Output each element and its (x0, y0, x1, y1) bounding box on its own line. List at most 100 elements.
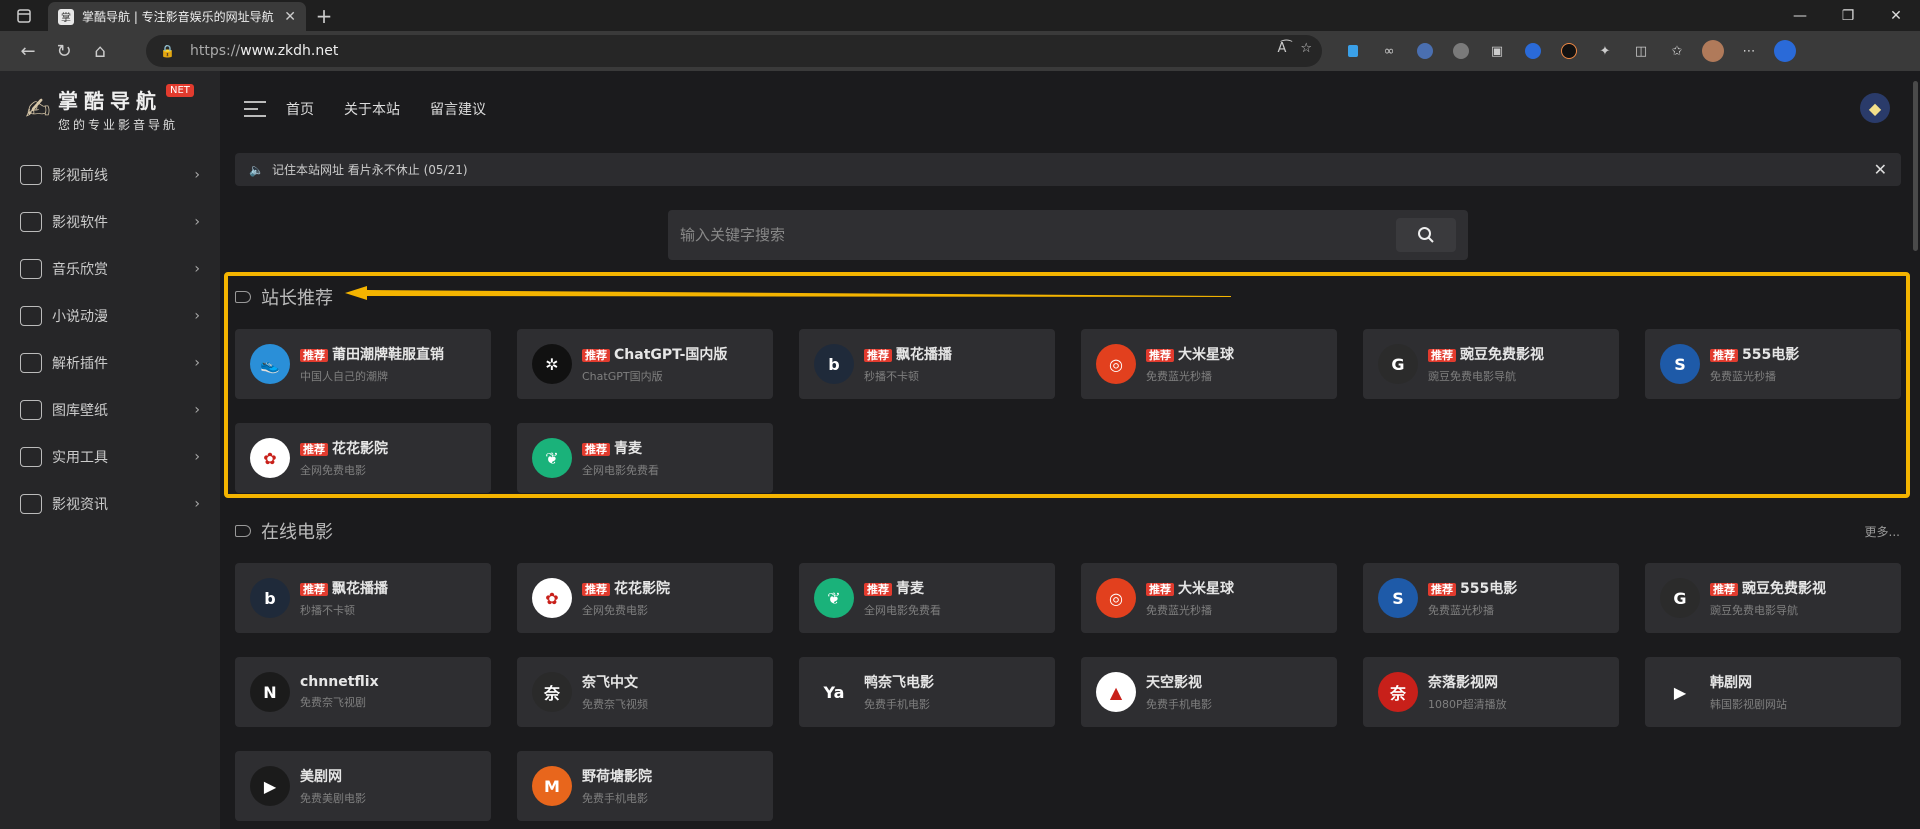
more-link[interactable]: 更多... (1865, 523, 1900, 540)
sidebar-item[interactable]: 影视资讯 › (0, 480, 220, 527)
back-icon[interactable]: ← (10, 31, 46, 71)
site-name: 推荐 花花影院 (582, 578, 670, 598)
site-card[interactable]: Ya 鸭奈飞电影 免费手机电影 (799, 657, 1055, 727)
site-card[interactable]: ✿ 推荐 花花影院 全网免费电影 (517, 563, 773, 633)
extension-download-icon[interactable] (1515, 31, 1551, 71)
site-card[interactable]: ✿ 推荐 花花影院 全网免费电影 (235, 423, 491, 493)
close-window-icon[interactable]: ✕ (1872, 0, 1920, 31)
sidebar-item[interactable]: 小说动漫 › (0, 292, 220, 339)
url-prefix: https:// (190, 43, 241, 59)
section-header-recommended: 站长推荐 (235, 284, 333, 310)
favorites-icon[interactable]: ✩ (1659, 31, 1695, 71)
home-icon[interactable]: ⌂ (82, 31, 118, 71)
site-logo-icon: ❦ (814, 578, 854, 618)
top-nav: 首页 关于本站 留言建议 ◆ (220, 71, 1920, 147)
site-desc: 免费美剧电影 (300, 792, 366, 805)
site-card[interactable]: ◎ 推荐 大米星球 免费蓝光秒播 (1081, 563, 1337, 633)
nav-home[interactable]: 首页 (286, 99, 314, 119)
browser-toolbar: ← ↻ ⌂ 🔒 https://www.zkdh.net A͡ ☆ ∞ ▣ ✦ … (0, 31, 1920, 71)
sidebar-item[interactable]: 音乐欣赏 › (0, 245, 220, 292)
site-card[interactable]: G 推荐 豌豆免费影视 豌豆免费电影导航 (1363, 329, 1619, 399)
search-button[interactable] (1396, 218, 1456, 252)
site-card[interactable]: S 推荐 555电影 免费蓝光秒播 (1363, 563, 1619, 633)
grid-icon (20, 211, 42, 232)
extensions-bar: ∞ ▣ ✦ ◫ ✩ ⋯ (1335, 31, 1803, 71)
site-card[interactable]: 👟 推荐 莆田潮牌鞋服直销 中国人自己的潮牌 (235, 329, 491, 399)
site-name: 美剧网 (300, 766, 366, 786)
tab-title: 掌酷导航 | 专注影音娱乐的网址导航 (82, 10, 274, 24)
tab-actions-icon[interactable] (0, 0, 48, 31)
menu-toggle-icon[interactable] (244, 101, 266, 117)
sidebar-item[interactable]: 影视前线 › (0, 151, 220, 198)
extension-cursor-icon[interactable] (1407, 31, 1443, 71)
read-aloud-icon[interactable]: A͡ (1277, 41, 1286, 56)
site-card[interactable]: ▶ 美剧网 免费美剧电影 (235, 751, 491, 821)
logo-mark-icon: ✍ (25, 91, 51, 127)
search-box (668, 210, 1468, 260)
site-name-text: ChatGPT-国内版 (614, 347, 728, 363)
extension-link-icon[interactable]: ∞ (1371, 31, 1407, 71)
extension-diamond-icon[interactable] (1335, 31, 1371, 71)
search-input[interactable] (680, 226, 1370, 244)
sidebar-item[interactable]: 影视软件 › (0, 198, 220, 245)
site-card[interactable]: M 野荷塘影院 免费手机电影 (517, 751, 773, 821)
site-name-text: 豌豆免费影视 (1742, 581, 1826, 597)
site-card[interactable]: b 推荐 飘花播播 秒播不卡顿 (235, 563, 491, 633)
site-card[interactable]: ❦ 推荐 青麦 全网电影免费看 (517, 423, 773, 493)
bing-copilot-icon[interactable] (1767, 31, 1803, 71)
notice-close-icon[interactable]: ✕ (1874, 160, 1887, 179)
extension-game-icon[interactable]: ▣ (1479, 31, 1515, 71)
address-bar[interactable]: 🔒 https://www.zkdh.net A͡ ☆ (146, 35, 1322, 67)
tab-close-icon[interactable]: ✕ (284, 9, 296, 25)
site-card[interactable]: ▶ 韩剧网 韩国影视剧网站 (1645, 657, 1901, 727)
page-scrollbar[interactable] (1910, 71, 1920, 829)
music-icon (20, 258, 42, 279)
site-card[interactable]: 奈奈落影视网 1080P超清播放 (1363, 657, 1619, 727)
site-desc: 全网免费电影 (300, 464, 366, 477)
site-desc: 中国人自己的潮牌 (300, 370, 388, 383)
sidebar-item[interactable]: 图库壁纸 › (0, 386, 220, 433)
restore-icon[interactable]: ❐ (1824, 0, 1872, 31)
site-name: 推荐 青麦 (582, 438, 659, 458)
new-tab-icon[interactable]: + (306, 0, 342, 31)
nav-feedback[interactable]: 留言建议 (430, 99, 486, 119)
scrollbar-thumb[interactable] (1913, 81, 1918, 251)
site-desc: 免费蓝光秒播 (1710, 370, 1776, 383)
site-card[interactable]: ✲ 推荐 ChatGPT-国内版 ChatGPT国内版 (517, 329, 773, 399)
split-screen-icon[interactable]: ◫ (1623, 31, 1659, 71)
browser-tab[interactable]: 掌 掌酷导航 | 专注影音娱乐的网址导航 ✕ (48, 2, 306, 31)
more-menu-icon[interactable]: ⋯ (1731, 31, 1767, 71)
extension-shield-icon[interactable] (1443, 31, 1479, 71)
site-card[interactable]: G 推荐 豌豆免费影视 豌豆免费电影导航 (1645, 563, 1901, 633)
site-card[interactable]: ◎ 推荐 大米星球 免费蓝光秒播 (1081, 329, 1337, 399)
site-name: 奈落影视网 (1428, 672, 1507, 692)
site-card[interactable]: Nchnnetflix 免费奈飞视剧 (235, 657, 491, 727)
site-name-text: 青麦 (896, 581, 924, 597)
recommend-badge: 推荐 (582, 349, 610, 362)
theme-toggle-icon[interactable]: ◆ (1860, 93, 1890, 123)
sidebar-item-label: 影视软件 (52, 214, 108, 231)
extension-fire-icon[interactable] (1551, 31, 1587, 71)
minimize-icon[interactable]: — (1776, 0, 1824, 31)
site-name: 推荐 大米星球 (1146, 578, 1234, 598)
site-name-text: 青麦 (614, 441, 642, 457)
sidebar-item[interactable]: 实用工具 › (0, 433, 220, 480)
site-logo[interactable]: ✍ 掌酷导航 NET 您的专业影音导航 (18, 84, 194, 133)
sidebar-item[interactable]: 解析插件 › (0, 339, 220, 386)
site-card[interactable]: ▲ 天空影视 免费手机电影 (1081, 657, 1337, 727)
site-card[interactable]: S 推荐 555电影 免费蓝光秒播 (1645, 329, 1901, 399)
site-card[interactable]: b 推荐 飘花播播 秒播不卡顿 (799, 329, 1055, 399)
extensions-puzzle-icon[interactable]: ✦ (1587, 31, 1623, 71)
url-text[interactable]: https://www.zkdh.net (190, 43, 338, 59)
favorite-add-icon[interactable]: ☆ (1300, 41, 1312, 56)
plugin-icon (20, 352, 42, 373)
lock-icon[interactable]: 🔒 (160, 44, 178, 58)
profile-avatar-icon[interactable] (1695, 31, 1731, 71)
chevron-right-icon: › (194, 495, 200, 512)
nav-about[interactable]: 关于本站 (344, 99, 400, 119)
refresh-icon[interactable]: ↻ (46, 31, 82, 71)
site-card[interactable]: 奈奈飞中文 免费奈飞视频 (517, 657, 773, 727)
site-card[interactable]: ❦ 推荐 青麦 全网电影免费看 (799, 563, 1055, 633)
logo-title: 掌酷导航 (58, 89, 162, 113)
sidebar-item-label: 实用工具 (52, 449, 108, 466)
